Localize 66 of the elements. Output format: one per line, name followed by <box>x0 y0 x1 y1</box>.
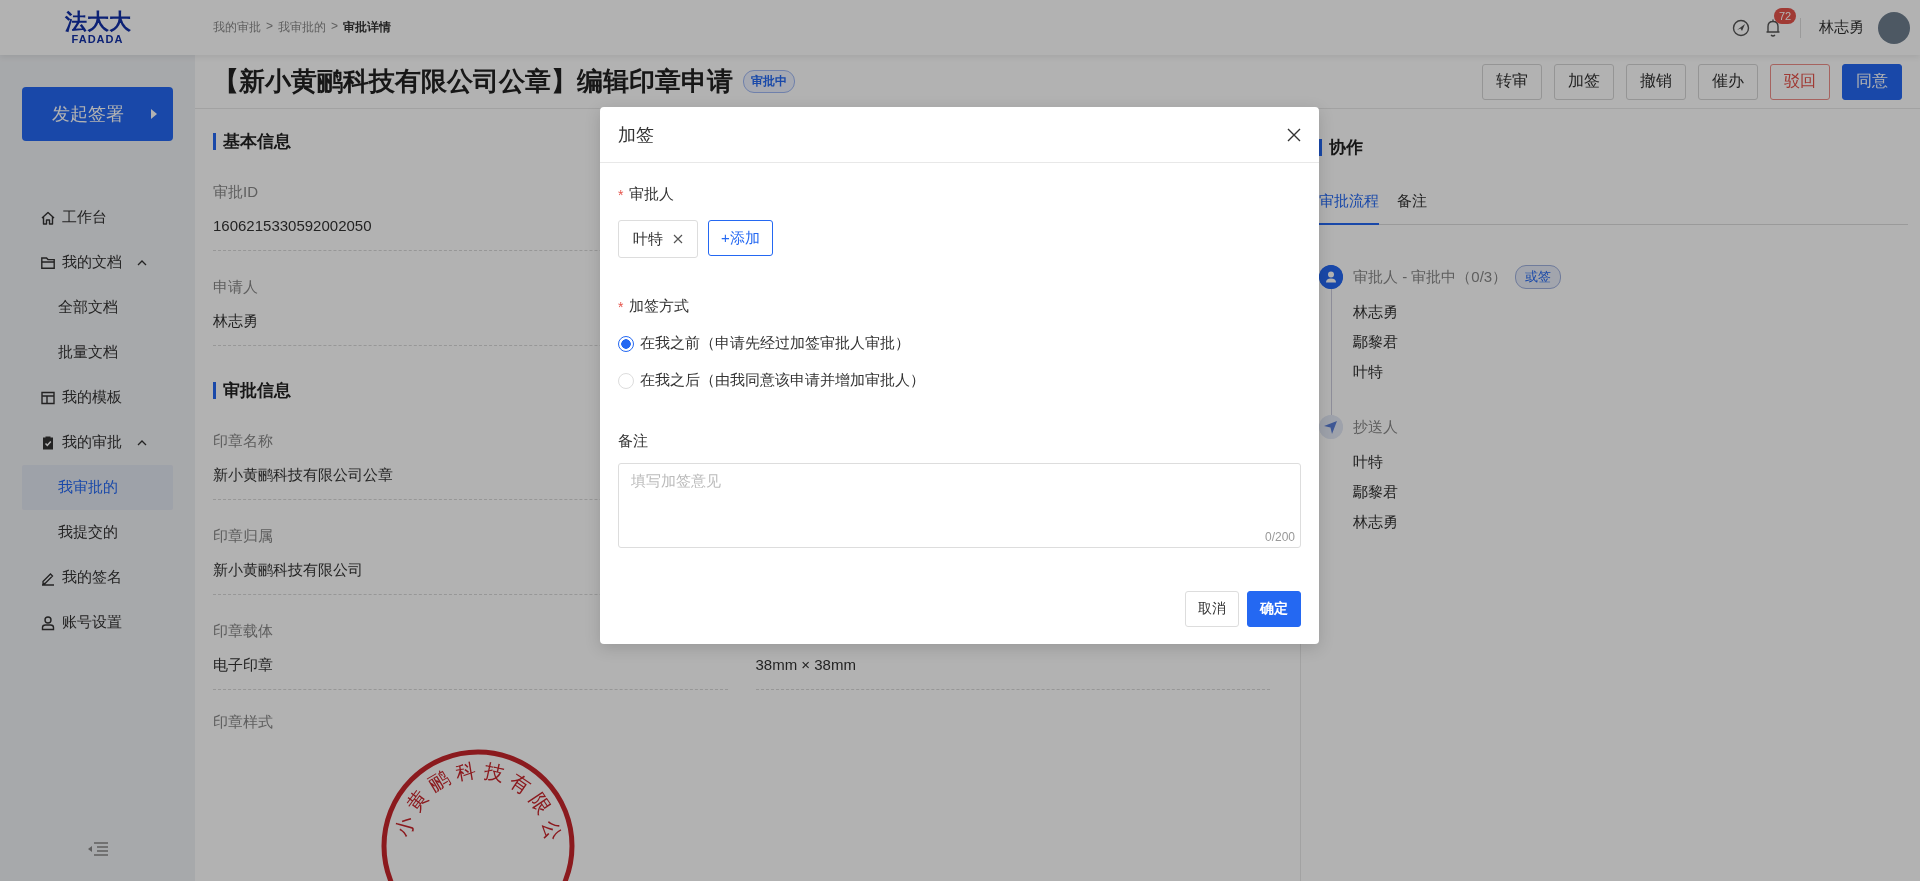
compass-icon[interactable] <box>1732 18 1750 37</box>
add-approver-button[interactable]: +添加 <box>708 220 773 256</box>
radio-button[interactable] <box>618 335 634 352</box>
field-label: 申请人 <box>213 278 258 295</box>
field-label: 印章样式 <box>213 713 273 730</box>
action-button[interactable]: 同意 <box>1842 63 1902 100</box>
sidebar-item[interactable]: 批量文档 <box>22 330 173 375</box>
step-tag: 或签 <box>1515 265 1562 289</box>
tab[interactable]: 备注 <box>1397 192 1427 225</box>
field-label: 印章名称 <box>213 432 273 449</box>
field-label: 备注 <box>618 432 648 451</box>
home-icon <box>40 209 56 226</box>
action-button[interactable]: 催办 <box>1698 63 1758 100</box>
person-name: 林志勇 <box>1353 512 1398 532</box>
field-label: 审批ID <box>213 183 258 200</box>
person-name: 鄢黎君 <box>1353 482 1398 502</box>
field-label: 印章载体 <box>213 622 273 639</box>
sidebar-item[interactable]: 账号设置 <box>22 600 173 645</box>
required-mark: * <box>618 186 624 203</box>
field-value: 38mm × 38mm <box>755 656 856 673</box>
dialog-button[interactable]: 取消 <box>1185 591 1239 627</box>
character-counter: 0/200 <box>1264 530 1295 544</box>
breadcrumb-item: 审批详情 <box>343 19 392 36</box>
person-name: 叶特 <box>1353 362 1384 382</box>
triangle-icon <box>149 108 158 120</box>
sidebar-item[interactable]: 工作台 <box>22 195 173 240</box>
sidebar-item[interactable]: 我的模板 <box>22 375 173 420</box>
sidebar-item[interactable]: 我的签名 <box>22 555 173 600</box>
close-icon[interactable] <box>673 234 683 244</box>
user-icon <box>40 614 56 631</box>
action-button[interactable]: 撤销 <box>1626 63 1686 100</box>
person-name: 鄢黎君 <box>1353 332 1399 352</box>
field-value: 1606215330592002050 <box>213 217 372 234</box>
sidebar-item[interactable]: 全部文档 <box>22 285 173 330</box>
step-title: 抄送人 <box>1353 417 1398 437</box>
folder-icon <box>40 254 56 271</box>
status-badge: 审批中 <box>743 70 795 93</box>
person-name: 林志勇 <box>1353 302 1399 322</box>
user-name[interactable]: 林志勇 <box>1819 18 1864 37</box>
radio-label[interactable]: 在我之前（申请先经过加签审批人审批） <box>640 334 910 353</box>
avatar[interactable] <box>1878 11 1910 44</box>
collapse-menu-icon[interactable] <box>86 841 109 857</box>
sidebar-item[interactable]: 我的文档 <box>22 240 173 285</box>
layout-icon <box>40 389 56 406</box>
dialog-button[interactable]: 确定 <box>1247 591 1301 627</box>
notification-count: 72 <box>1774 7 1797 24</box>
step-title: 审批人 - 审批中（0/3） <box>1353 267 1508 287</box>
field-label: 印章归属 <box>213 527 273 544</box>
approver-chip[interactable]: 叶特 <box>618 220 698 258</box>
field-value: 新小黄鹂科技有限公司 <box>213 561 363 578</box>
sidebar-item[interactable]: 我提交的 <box>22 510 173 555</box>
required-mark: * <box>618 298 624 315</box>
start-signing-button[interactable]: 发起签署 <box>22 87 173 141</box>
field-label: 加签方式 <box>629 297 690 316</box>
sidebar-item[interactable]: 我的审批 <box>22 420 173 465</box>
clipboard-check-icon <box>40 434 56 451</box>
close-icon[interactable] <box>1287 127 1301 142</box>
action-button[interactable]: 加签 <box>1554 63 1614 100</box>
field-value: 新小黄鹂科技有限公司公章 <box>213 466 393 483</box>
action-button[interactable]: 转审 <box>1482 63 1542 100</box>
field-value: 林志勇 <box>213 312 258 329</box>
page-title: 【新小黄鹂科技有限公司公章】编辑印章申请 <box>213 65 733 98</box>
field-value: 电子印章 <box>213 656 273 673</box>
field-label: 审批人 <box>629 185 675 204</box>
logo[interactable]: 法大大 FADADA <box>64 10 131 45</box>
person-name: 叶特 <box>1353 452 1384 472</box>
